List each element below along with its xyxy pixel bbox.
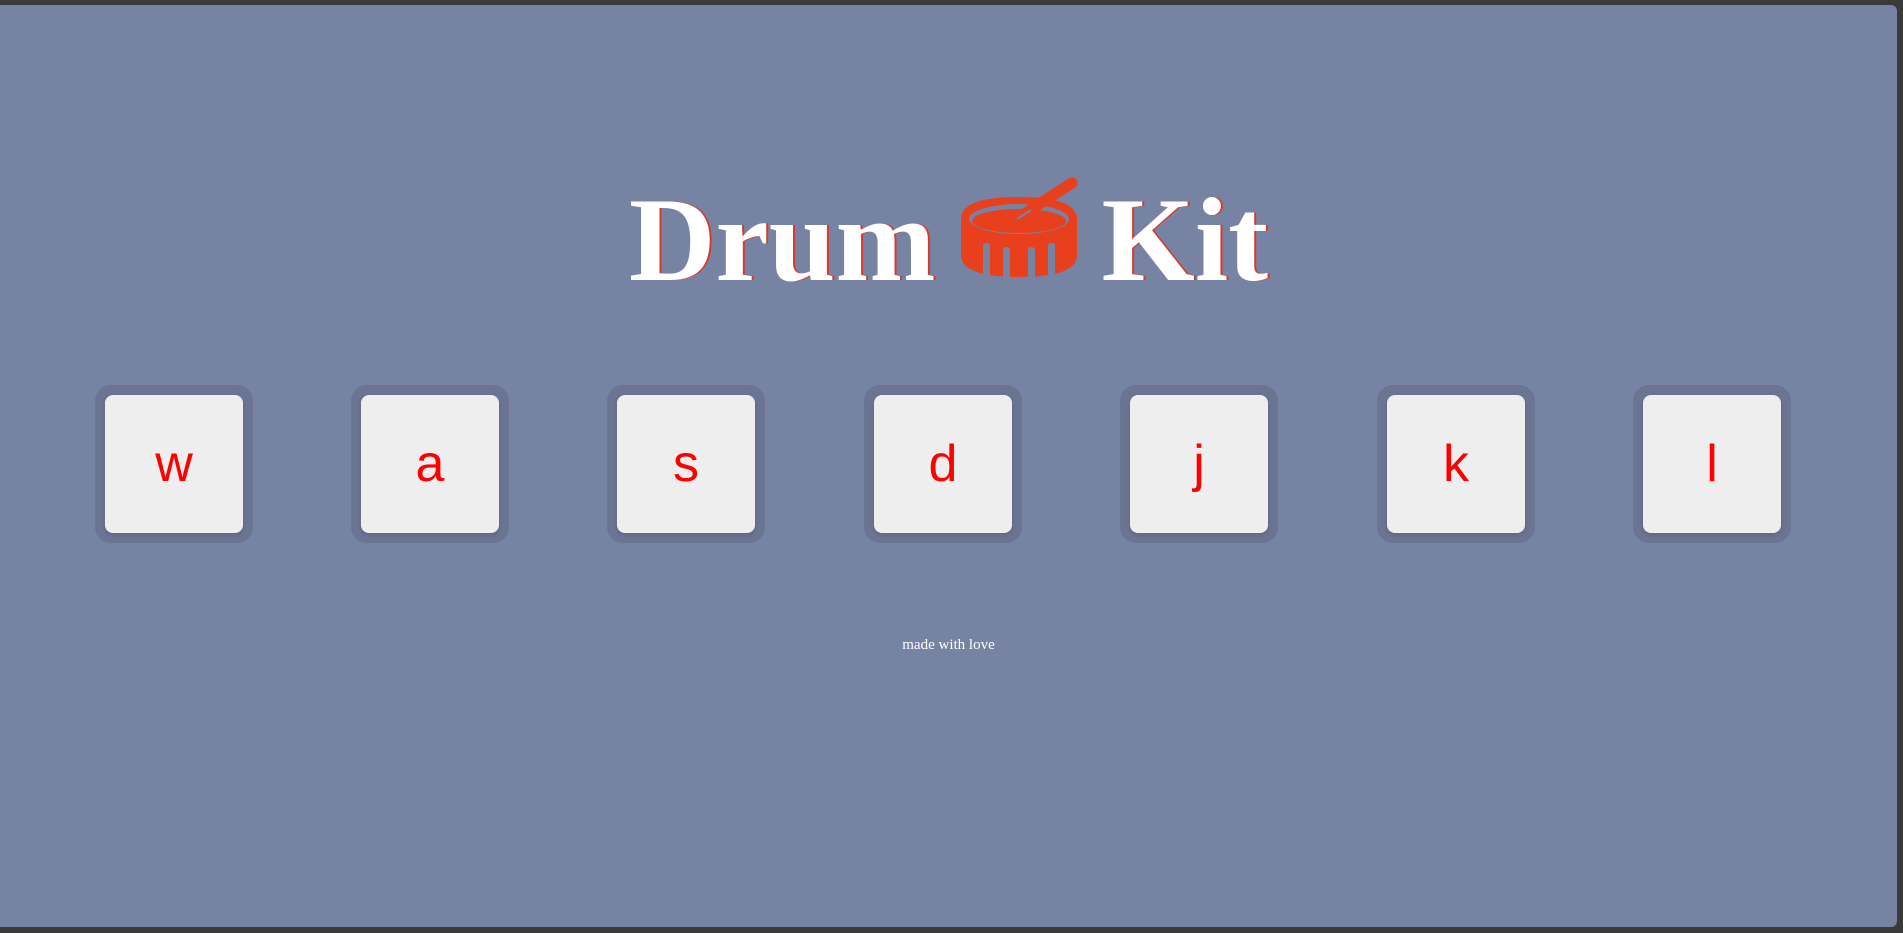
drum-key-wrapper: k [1377, 385, 1535, 543]
drum-key-wrapper: j [1120, 385, 1278, 543]
drum-icon [959, 177, 1079, 287]
title-word-kit: Kit [1101, 172, 1269, 306]
page-title: Drum Kit [0, 167, 1897, 299]
drum-key-wrapper: w [95, 385, 253, 543]
drum-key-d[interactable]: d [874, 395, 1012, 533]
drum-key-l[interactable]: l [1643, 395, 1781, 533]
drum-key-k[interactable]: k [1387, 395, 1525, 533]
footer-text: made with love [902, 637, 995, 653]
drum-key-wrapper: a [351, 385, 509, 543]
drum-set: w a s d j k l [0, 385, 1897, 545]
drum-key-j[interactable]: j [1130, 395, 1268, 533]
drum-key-s[interactable]: s [617, 395, 755, 533]
page: Drum Kit w a s d j k l made with love [0, 5, 1897, 927]
drum-key-wrapper: d [864, 385, 1022, 543]
title-word-drum: Drum [628, 172, 936, 306]
drum-key-a[interactable]: a [361, 395, 499, 533]
drum-key-wrapper: s [607, 385, 765, 543]
drum-key-wrapper: l [1633, 385, 1791, 543]
drum-key-w[interactable]: w [105, 395, 243, 533]
